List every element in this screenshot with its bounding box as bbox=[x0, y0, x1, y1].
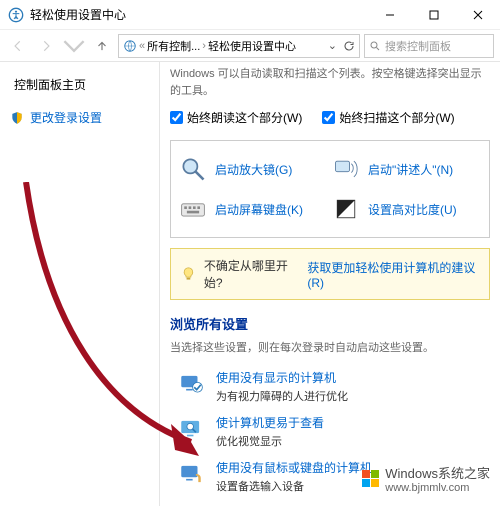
osk-icon bbox=[179, 195, 207, 223]
quick-label: 启动屏幕键盘(K) bbox=[215, 201, 303, 218]
ease-of-access-icon bbox=[8, 7, 24, 23]
intro-description: Windows 可以自动读取和扫描这个列表。按空格键选择突出显示的工具。 bbox=[170, 66, 490, 99]
search-placeholder: 搜索控制面板 bbox=[385, 38, 451, 54]
minimize-button[interactable] bbox=[368, 0, 412, 30]
lightbulb-icon bbox=[181, 266, 196, 282]
breadcrumb-sep: › bbox=[202, 40, 206, 52]
quick-label: 设置高对比度(U) bbox=[368, 201, 457, 218]
address-bar: « 所有控制... › 轻松使用设置中心 ⌄ 搜索控制面板 bbox=[0, 30, 500, 62]
back-button[interactable] bbox=[6, 34, 30, 58]
up-button[interactable] bbox=[90, 34, 114, 58]
quick-tools-box: 启动放大镜(G) 启动"讲述人"(N) 启动屏幕键盘(K) 设置高对比度(U) bbox=[170, 140, 490, 238]
body-wrap: 控制面板主页 更改登录设置 Windows 可以自动读取和扫描这个列表。按空格键… bbox=[0, 62, 500, 506]
checkbox-label: 始终扫描这个部分(W) bbox=[339, 109, 454, 126]
checkbox-row: 始终朗读这个部分(W) 始终扫描这个部分(W) bbox=[170, 109, 490, 126]
magnifier-icon bbox=[179, 155, 207, 183]
browse-title: 浏览所有设置 bbox=[170, 314, 490, 333]
quick-label: 启动"讲述人"(N) bbox=[368, 161, 453, 178]
setting-title: 使用没有显示的计算机 bbox=[216, 369, 484, 386]
history-dropdown-icon[interactable] bbox=[62, 34, 86, 58]
forward-button[interactable] bbox=[34, 34, 58, 58]
always-scan-checkbox[interactable]: 始终扫描这个部分(W) bbox=[322, 109, 454, 126]
close-button[interactable] bbox=[456, 0, 500, 30]
breadcrumb-path[interactable]: « 所有控制... › 轻松使用设置中心 ⌄ bbox=[118, 34, 360, 58]
contrast-icon bbox=[332, 195, 360, 223]
set-high-contrast[interactable]: 设置高对比度(U) bbox=[330, 189, 483, 229]
no-display-icon bbox=[176, 369, 206, 404]
breadcrumb-sep: « bbox=[139, 40, 145, 52]
window-title: 轻松使用设置中心 bbox=[30, 6, 368, 23]
setting-desc: 优化视觉显示 bbox=[216, 433, 484, 449]
always-read-checkbox[interactable]: 始终朗读这个部分(W) bbox=[170, 109, 302, 126]
control-panel-home-link[interactable]: 控制面板主页 bbox=[8, 76, 151, 93]
shield-icon bbox=[10, 111, 24, 125]
setting-no-display[interactable]: 使用没有显示的计算机为有视力障碍的人进行优化 bbox=[170, 365, 490, 408]
launch-narrator[interactable]: 启动"讲述人"(N) bbox=[330, 149, 483, 189]
checkbox-input[interactable] bbox=[322, 111, 335, 124]
window-titlebar: 轻松使用设置中心 bbox=[0, 0, 500, 30]
launch-magnifier[interactable]: 启动放大镜(G) bbox=[177, 149, 330, 189]
suggestion-link[interactable]: 获取更加轻松使用计算机的建议(R) bbox=[307, 259, 479, 290]
path-dropdown-icon[interactable]: ⌄ bbox=[328, 39, 337, 52]
setting-mouse-easier[interactable]: 使鼠标更易于使用调整鼠标或其他指针设备的设置 bbox=[170, 500, 490, 506]
narrator-icon bbox=[332, 155, 360, 183]
search-input[interactable]: 搜索控制面板 bbox=[364, 34, 494, 58]
setting-title: 使计算机更易于查看 bbox=[216, 414, 484, 431]
sidebar-item-login[interactable]: 更改登录设置 bbox=[8, 105, 151, 130]
setting-no-mouse-keyboard[interactable]: 使用没有鼠标或键盘的计算机设置备选输入设备 bbox=[170, 455, 490, 498]
suggestion-bar: 不确定从哪里开始? 获取更加轻松使用计算机的建议(R) bbox=[170, 248, 490, 300]
settings-list: 使用没有显示的计算机为有视力障碍的人进行优化 使计算机更易于查看优化视觉显示 使… bbox=[170, 365, 490, 506]
breadcrumb-item-1[interactable]: 所有控制... bbox=[147, 38, 200, 54]
setting-desc: 为有视力障碍的人进行优化 bbox=[216, 388, 484, 404]
main-content: Windows 可以自动读取和扫描这个列表。按空格键选择突出显示的工具。 始终朗… bbox=[160, 62, 500, 506]
browse-subtitle: 当选择这些设置，则在每次登录时自动启动这些设置。 bbox=[170, 339, 490, 355]
control-panel-icon bbox=[123, 39, 137, 53]
checkbox-input[interactable] bbox=[170, 111, 183, 124]
search-icon bbox=[369, 40, 381, 52]
checkbox-label: 始终朗读这个部分(W) bbox=[187, 109, 302, 126]
setting-desc: 设置备选输入设备 bbox=[216, 478, 484, 494]
sidebar-item-label: 更改登录设置 bbox=[30, 109, 102, 126]
setting-easier-to-see[interactable]: 使计算机更易于查看优化视觉显示 bbox=[170, 410, 490, 453]
refresh-icon[interactable] bbox=[343, 40, 355, 52]
launch-onscreen-keyboard[interactable]: 启动屏幕键盘(K) bbox=[177, 189, 330, 229]
breadcrumb-item-2[interactable]: 轻松使用设置中心 bbox=[208, 38, 296, 54]
alt-input-icon bbox=[176, 459, 206, 494]
maximize-button[interactable] bbox=[412, 0, 456, 30]
suggestion-question: 不确定从哪里开始? bbox=[204, 257, 299, 291]
setting-title: 使用没有鼠标或键盘的计算机 bbox=[216, 459, 484, 476]
sidebar: 控制面板主页 更改登录设置 bbox=[0, 62, 160, 506]
display-icon bbox=[176, 414, 206, 449]
quick-label: 启动放大镜(G) bbox=[215, 161, 292, 178]
